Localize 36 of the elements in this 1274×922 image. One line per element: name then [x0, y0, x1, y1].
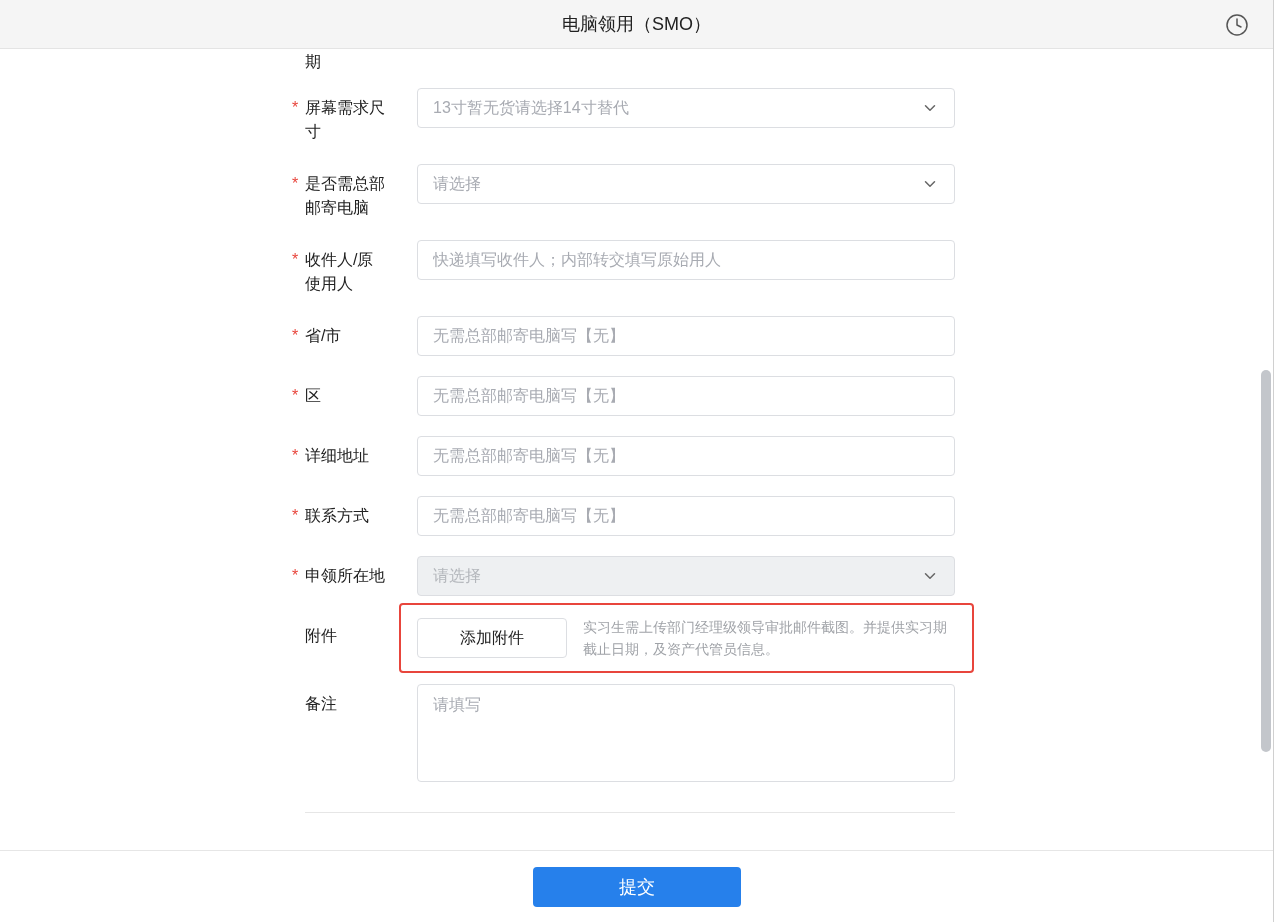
required-asterisk: *	[292, 387, 299, 404]
select-placeholder: 请选择	[433, 566, 481, 586]
input-field[interactable]: 无需总部邮寄电脑写【无】	[417, 376, 955, 416]
select-field[interactable]: 13寸暂无货请选择14寸替代	[417, 88, 955, 128]
field-label: 备注	[305, 694, 338, 714]
input-field[interactable]: 无需总部邮寄电脑写【无】	[417, 436, 955, 476]
field-label: 详细地址	[305, 446, 370, 466]
field-label: 区	[305, 386, 322, 406]
required-asterisk: *	[292, 327, 299, 344]
input-field[interactable]: 无需总部邮寄电脑写【无】	[417, 316, 955, 356]
window-title: 电脑领用（SMO）	[562, 12, 711, 36]
select-field[interactable]: 请选择	[417, 164, 955, 204]
history-clock-icon[interactable]	[1225, 13, 1249, 37]
select-placeholder: 请选择	[433, 174, 481, 194]
field-label: 是否需总部邮寄电脑	[305, 174, 386, 218]
required-asterisk: *	[292, 507, 299, 524]
select-placeholder: 13寸暂无货请选择14寸替代	[433, 98, 629, 118]
field-label: 收件人/原使用人	[305, 250, 375, 294]
field-label: 屏幕需求尺寸	[305, 98, 386, 142]
add-attachment-button[interactable]: 添加附件	[417, 618, 567, 658]
required-asterisk: *	[292, 567, 299, 584]
field-label: 申领所在地	[305, 566, 386, 586]
field-label: 期	[305, 53, 321, 70]
input-field[interactable]: 无需总部邮寄电脑写【无】	[417, 496, 955, 536]
field-label: 省/市	[305, 326, 343, 346]
attachment-hint: 实习生需上传部门经理级领导审批邮件截图。并提供实习期截止日期，及资产代管员信息。	[583, 618, 948, 659]
required-asterisk: *	[292, 447, 299, 464]
scrollbar-thumb[interactable]	[1261, 370, 1271, 752]
textarea-field[interactable]: 请填写	[417, 684, 955, 782]
required-asterisk: *	[292, 99, 299, 116]
required-asterisk: *	[292, 175, 299, 192]
field-label: 附件	[305, 626, 338, 646]
field-label: 联系方式	[305, 506, 370, 526]
required-asterisk: *	[292, 251, 299, 268]
input-field[interactable]: 快递填写收件人；内部转交填写原始用人	[417, 240, 955, 280]
submit-button[interactable]: 提交	[533, 867, 741, 907]
